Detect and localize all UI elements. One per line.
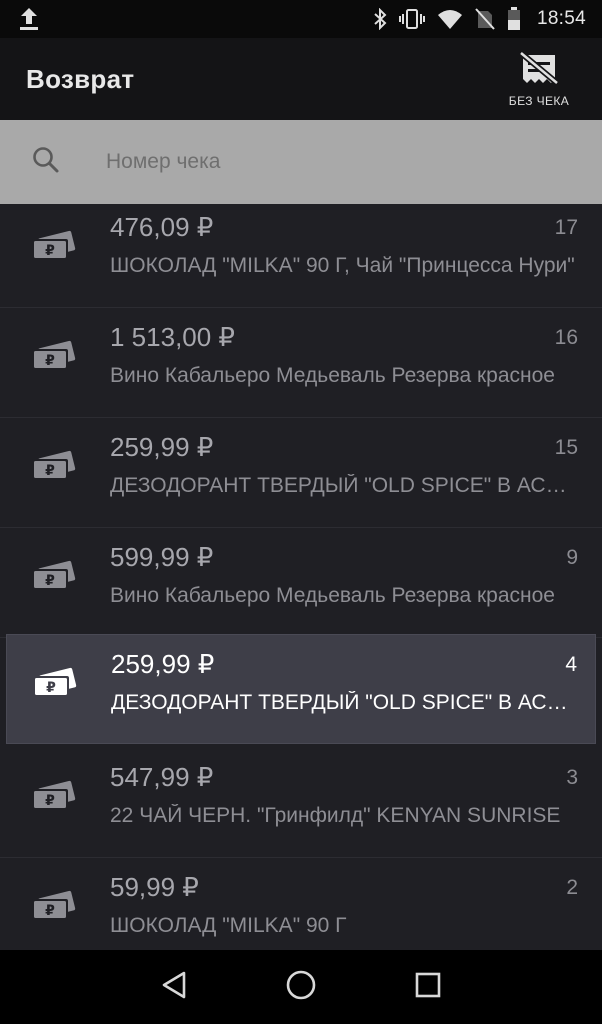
svg-text:₽: ₽ (45, 353, 55, 369)
back-icon (160, 970, 188, 1005)
receipt-number: 17 (554, 216, 578, 239)
search-icon[interactable] (32, 146, 60, 179)
receipt-description: Вино Кабальеро Медьеваль Резерва красное (110, 584, 555, 607)
receipt-number: 3 (566, 766, 578, 789)
battery-icon (507, 7, 521, 31)
bluetooth-icon (373, 8, 387, 30)
receipt-amount: 476,09 ₽ (110, 212, 214, 242)
upload-icon (18, 6, 40, 32)
svg-text:₽: ₽ (45, 573, 55, 589)
receipt-amount: 259,99 ₽ (110, 432, 214, 462)
receipt-description: ДЕЗОДОРАНТ ТВЕРДЫЙ "OLD SPICE" В АССОРТИ… (110, 474, 576, 497)
svg-text:₽: ₽ (45, 793, 55, 809)
receipt-list[interactable]: ₽ 476,09 ₽ 17 ШОКОЛАД "MILKA" 90 Г, Чай … (0, 204, 602, 950)
back-button[interactable] (144, 957, 204, 1017)
recents-icon (414, 971, 442, 1004)
system-nav-bar (0, 950, 602, 1024)
svg-text:₽: ₽ (45, 243, 55, 259)
recents-button[interactable] (398, 957, 458, 1017)
cash-icon: ₽ (30, 559, 78, 593)
cash-icon: ₽ (30, 339, 78, 373)
receipt-row[interactable]: ₽ 59,99 ₽ 2 ШОКОЛАД "MILKA" 90 Г (0, 858, 602, 950)
svg-text:₽: ₽ (45, 903, 55, 919)
receipt-row[interactable]: ₽ 547,99 ₽ 3 22 ЧАЙ ЧЕРН. "Гринфилд" KEN… (0, 748, 602, 858)
receipt-number: 9 (566, 546, 578, 569)
receipt-number: 2 (566, 876, 578, 899)
receipt-number: 16 (554, 326, 578, 349)
receipt-description: 22 ЧАЙ ЧЕРН. "Гринфилд" KENYAN SUNRISE (110, 804, 561, 827)
receipt-number: 4 (565, 653, 577, 676)
receipt-row[interactable]: ₽ 1 513,00 ₽ 16 Вино Кабальеро Медьеваль… (0, 308, 602, 418)
status-time: 18:54 (536, 8, 586, 29)
no-receipt-button[interactable]: БЕЗ ЧЕКА (494, 44, 584, 114)
receipt-amount: 259,99 ₽ (111, 649, 215, 679)
app-bar: Возврат БЕЗ ЧЕКА (0, 38, 602, 120)
home-button[interactable] (271, 957, 331, 1017)
cash-icon: ₽ (30, 449, 78, 483)
cash-icon: ₽ (30, 889, 78, 923)
wifi-icon (437, 8, 463, 30)
svg-text:₽: ₽ (46, 680, 56, 696)
receipt-description: Вино Кабальеро Медьеваль Резерва красное (110, 364, 555, 387)
receipt-amount: 59,99 ₽ (110, 872, 199, 902)
no-sim-icon (475, 8, 495, 30)
receipt-off-icon (519, 50, 559, 90)
vibrate-icon (398, 8, 425, 30)
svg-text:₽: ₽ (45, 463, 55, 479)
receipt-number: 15 (554, 436, 578, 459)
home-icon (285, 969, 317, 1006)
cash-icon: ₽ (31, 666, 79, 700)
cash-icon: ₽ (30, 229, 78, 263)
no-receipt-label: БЕЗ ЧЕКА (508, 93, 570, 108)
search-input[interactable] (106, 150, 526, 174)
receipt-row-selected[interactable]: ₽ 259,99 ₽ 4 ДЕЗОДОРАНТ ТВЕРДЫЙ "OLD SPI… (6, 634, 596, 744)
page-title: Возврат (26, 63, 135, 94)
receipt-description: ШОКОЛАД "MILKA" 90 Г (110, 914, 347, 937)
receipt-amount: 1 513,00 ₽ (110, 322, 235, 352)
receipt-row[interactable]: ₽ 259,99 ₽ 15 ДЕЗОДОРАНТ ТВЕРДЫЙ "OLD SP… (0, 418, 602, 528)
receipt-description: ШОКОЛАД "MILKA" 90 Г, Чай "Принцесса Нур… (110, 254, 575, 277)
cash-icon: ₽ (30, 779, 78, 813)
status-bar: 18:54 (0, 0, 602, 38)
receipt-amount: 599,99 ₽ (110, 542, 214, 572)
receipt-row[interactable]: ₽ 476,09 ₽ 17 ШОКОЛАД "MILKA" 90 Г, Чай … (0, 204, 602, 308)
receipt-description: ДЕЗОДОРАНТ ТВЕРДЫЙ "OLD SPICE" В АССОРТИ… (111, 691, 577, 714)
search-bar (0, 120, 602, 204)
receipt-amount: 547,99 ₽ (110, 762, 214, 792)
receipt-row[interactable]: ₽ 599,99 ₽ 9 Вино Кабальеро Медьеваль Ре… (0, 528, 602, 638)
